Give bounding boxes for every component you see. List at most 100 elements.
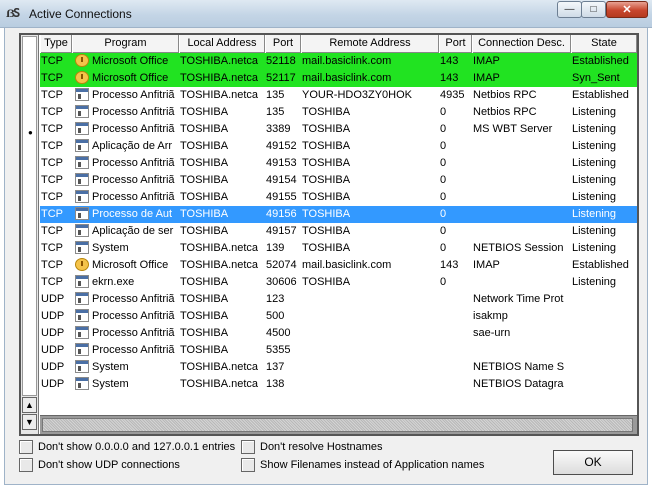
table-row[interactable]: UDP Processo Anfitriã TOSHIBA 123 Network Ti… xyxy=(40,291,637,308)
cell-remote-port xyxy=(439,342,472,359)
table-row[interactable]: TCP ekrn.exe TOSHIBA 30606 TOSHIBA 0 Listening xyxy=(40,274,637,291)
column-header-local-address[interactable]: Local Address xyxy=(179,35,265,53)
cell-local-port: 138 xyxy=(266,378,285,390)
hide-local-label: Don't show 0.0.0.0 and 127.0.0.1 entries xyxy=(38,441,236,453)
exe-icon xyxy=(75,342,89,356)
cell-remote-port: 0 xyxy=(440,242,447,254)
option-no-resolve[interactable]: Don't resolve Hostnames xyxy=(241,439,383,455)
cell-type: TCP xyxy=(41,72,63,84)
cell-connection-desc xyxy=(472,138,571,155)
hide-udp-label: Don't show UDP connections xyxy=(38,459,180,471)
title-bar[interactable]: ẞS Active Connections — □ ✕ xyxy=(0,0,652,28)
program-name: Aplicação de ser xyxy=(92,225,174,237)
cell-remote-address: TOSHIBA xyxy=(302,191,351,203)
table-row[interactable]: UDP Processo Anfitriã TOSHIBA 4500 sae-urn xyxy=(40,325,637,342)
exe-icon xyxy=(75,87,89,101)
column-header-type[interactable]: Type xyxy=(40,35,72,53)
program-name: Processo Anfitriã xyxy=(92,174,175,186)
scroll-down-button[interactable]: ▼ xyxy=(22,414,37,430)
table-row[interactable]: TCP Aplicação de ser TOSHIBA 49157 TOSHIBA 0 L… xyxy=(40,223,637,240)
cell-type: TCP xyxy=(41,208,63,220)
maximize-button[interactable]: □ xyxy=(581,1,606,18)
table-row[interactable]: TCP Processo Anfitriã TOSHIBA 135 TOSHIBA 0 Ne… xyxy=(40,104,637,121)
cell-local-address: TOSHIBA.netca xyxy=(180,55,259,67)
option-hide-local[interactable]: Don't show 0.0.0.0 and 127.0.0.1 entries xyxy=(19,439,235,455)
option-show-filenames[interactable]: Show Filenames instead of Application na… xyxy=(241,457,484,473)
cell-connection-desc: IMAP xyxy=(473,55,500,67)
column-header-remote-port[interactable]: Port xyxy=(439,35,472,53)
cell-remote-address xyxy=(301,376,439,393)
cell-local-address: TOSHIBA xyxy=(180,310,229,322)
cell-local-address: TOSHIBA.netca xyxy=(180,361,259,373)
table-row[interactable]: TCP Microsoft Office TOSHIBA.netca 52117 mai… xyxy=(40,70,637,87)
table-row[interactable]: TCP Processo Anfitriã TOSHIBA 49154 TOSHIBA 0… xyxy=(40,172,637,189)
ok-button[interactable]: OK xyxy=(553,450,633,475)
cell-local-port: 137 xyxy=(266,361,285,373)
vertical-scrollbar[interactable]: ● ▲ ▼ xyxy=(21,35,39,434)
program-name: Aplicação de Arr xyxy=(92,140,173,152)
exe-icon xyxy=(75,189,89,203)
scroll-thumb[interactable]: ● xyxy=(22,36,37,396)
column-header-program[interactable]: Program xyxy=(72,35,179,53)
cell-local-port: 52074 xyxy=(266,259,297,271)
program-name: Processo de Aut xyxy=(92,208,173,220)
program-name: Microsoft Office xyxy=(92,72,169,84)
cell-state: Listening xyxy=(572,123,617,135)
scroll-thumb-grip-icon: ● xyxy=(28,128,33,137)
cell-remote-port: 0 xyxy=(440,174,447,186)
cell-local-port: 52117 xyxy=(266,72,296,84)
cell-local-address: TOSHIBA xyxy=(180,174,229,186)
cell-local-address: TOSHIBA.netca xyxy=(180,72,259,84)
cell-connection-desc: Netbios RPC xyxy=(473,89,537,101)
cell-program: Processo Anfitriã xyxy=(72,121,179,138)
table-row[interactable]: TCP Microsoft Office TOSHIBA.netca 52118 mai… xyxy=(40,53,637,70)
table-row[interactable]: UDP System TOSHIBA.netca 137 NETBIOS Name S xyxy=(40,359,637,376)
table-row[interactable]: TCP Processo de Aut TOSHIBA 49156 TOSHIBA 0 Li… xyxy=(40,206,637,223)
show-filenames-checkbox[interactable] xyxy=(241,458,255,472)
table-row[interactable]: UDP Processo Anfitriã TOSHIBA 5355 xyxy=(40,342,637,359)
table-row[interactable]: TCP System TOSHIBA.netca 139 TOSHIBA 0 NETBIOS… xyxy=(40,240,637,257)
table-row[interactable]: TCP Microsoft Office TOSHIBA.netca 52074 mai… xyxy=(40,257,637,274)
cell-remote-address: mail.basiclink.com xyxy=(302,55,392,67)
horizontal-scroll-thumb[interactable] xyxy=(42,418,633,432)
program-name: System xyxy=(92,378,129,390)
cell-type: TCP xyxy=(41,174,63,186)
exe-icon xyxy=(75,223,89,237)
cell-remote-port xyxy=(439,325,472,342)
horizontal-scrollbar[interactable] xyxy=(40,415,637,434)
close-button[interactable]: ✕ xyxy=(606,1,648,18)
option-hide-udp[interactable]: Don't show UDP connections xyxy=(19,457,180,473)
table-row[interactable]: TCP Processo Anfitriã TOSHIBA 49155 TOSHIBA 0… xyxy=(40,189,637,206)
program-name: Processo Anfitriã xyxy=(92,191,175,203)
exe-icon xyxy=(75,206,89,220)
table-row[interactable]: TCP Aplicação de Arr TOSHIBA 49152 TOSHIBA 0 L… xyxy=(40,138,637,155)
column-header-remote-address[interactable]: Remote Address xyxy=(301,35,439,53)
clock-icon xyxy=(75,53,89,67)
table-row[interactable]: TCP Processo Anfitriã TOSHIBA 3389 TOSHIBA 0 M… xyxy=(40,121,637,138)
program-name: Microsoft Office xyxy=(92,55,169,67)
table-row[interactable]: TCP Processo Anfitriã TOSHIBA.netca 135 YOUR… xyxy=(40,87,637,104)
cell-connection-desc: sae-urn xyxy=(473,327,511,339)
cell-local-port: 49152 xyxy=(266,140,297,152)
cell-type: TCP xyxy=(41,123,63,135)
column-header-state[interactable]: State xyxy=(571,35,637,53)
no-resolve-checkbox[interactable] xyxy=(241,440,255,454)
column-header-local-port[interactable]: Port xyxy=(265,35,301,53)
minimize-button[interactable]: — xyxy=(557,1,582,18)
hide-udp-checkbox[interactable] xyxy=(19,458,33,472)
program-name: Processo Anfitriã xyxy=(92,157,175,169)
exe-icon xyxy=(75,104,89,118)
column-header-connection-desc[interactable]: Connection Desc. xyxy=(472,35,571,53)
cell-local-port: 30606 xyxy=(266,276,297,288)
table-row[interactable]: UDP Processo Anfitriã TOSHIBA 500 isakmp xyxy=(40,308,637,325)
hide-local-checkbox[interactable] xyxy=(19,440,33,454)
exe-icon xyxy=(75,155,89,169)
cell-state xyxy=(571,342,637,359)
exe-icon xyxy=(75,172,89,186)
table-row[interactable]: UDP System TOSHIBA.netca 138 NETBIOS Datagra xyxy=(40,376,637,393)
cell-local-address: TOSHIBA.netca xyxy=(180,89,259,101)
cell-program: Processo de Aut xyxy=(72,206,179,223)
table-row[interactable]: TCP Processo Anfitriã TOSHIBA 49153 TOSHIBA 0… xyxy=(40,155,637,172)
cell-program: Processo Anfitriã xyxy=(72,155,179,172)
scroll-up-button[interactable]: ▲ xyxy=(22,397,37,413)
